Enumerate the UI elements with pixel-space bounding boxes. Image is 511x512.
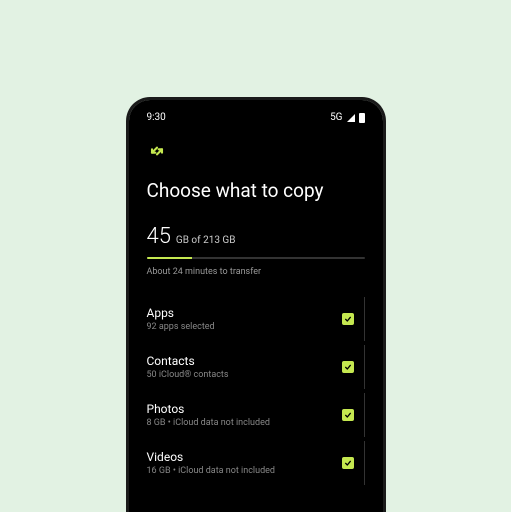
check-icon: [344, 411, 352, 419]
signal-icon: [347, 114, 355, 122]
checkbox-videos[interactable]: [342, 457, 354, 469]
network-label: 5G: [330, 112, 342, 123]
storage-used-value: 45: [147, 224, 171, 249]
item-label: Contacts: [147, 354, 342, 368]
item-sublabel: 16 GB • iCloud data not included: [147, 466, 342, 476]
storage-progress-fill: [147, 257, 193, 259]
page-title: Choose what to copy: [147, 179, 365, 202]
storage-total-label: GB of 213 GB: [176, 235, 236, 246]
status-time: 9:30: [147, 112, 166, 123]
checkbox-apps[interactable]: [342, 313, 354, 325]
item-info: Contacts 50 iCloud® contacts: [147, 354, 342, 380]
check-icon: [344, 459, 352, 467]
status-bar: 9:30 5G: [147, 112, 365, 123]
list-item[interactable]: Videos 16 GB • iCloud data not included: [147, 441, 365, 485]
item-info: Apps 92 apps selected: [147, 306, 342, 332]
phone-screen: 9:30 5G Choose what to copy 45 GB of 213…: [129, 100, 383, 512]
phone-frame: 9:30 5G Choose what to copy 45 GB of 213…: [126, 97, 386, 512]
item-sublabel: 92 apps selected: [147, 322, 342, 332]
item-label: Photos: [147, 402, 342, 416]
battery-icon: [359, 113, 365, 123]
list-item[interactable]: Photos 8 GB • iCloud data not included: [147, 393, 365, 437]
check-icon: [344, 363, 352, 371]
item-info: Photos 8 GB • iCloud data not included: [147, 402, 342, 428]
item-info: Videos 16 GB • iCloud data not included: [147, 450, 342, 476]
checkbox-contacts[interactable]: [342, 361, 354, 373]
transfer-time-estimate: About 24 minutes to transfer: [147, 267, 365, 277]
item-label: Videos: [147, 450, 342, 464]
storage-summary: 45 GB of 213 GB: [147, 224, 365, 249]
list-item[interactable]: Contacts 50 iCloud® contacts: [147, 345, 365, 389]
list-item[interactable]: Apps 92 apps selected: [147, 297, 365, 341]
item-label: Apps: [147, 306, 342, 320]
checkbox-photos[interactable]: [342, 409, 354, 421]
status-right: 5G: [330, 112, 364, 123]
item-sublabel: 8 GB • iCloud data not included: [147, 418, 342, 428]
transfer-arrows-icon: [147, 141, 365, 165]
item-sublabel: 50 iCloud® contacts: [147, 370, 342, 380]
check-icon: [344, 315, 352, 323]
storage-progress-bar: [147, 257, 365, 259]
